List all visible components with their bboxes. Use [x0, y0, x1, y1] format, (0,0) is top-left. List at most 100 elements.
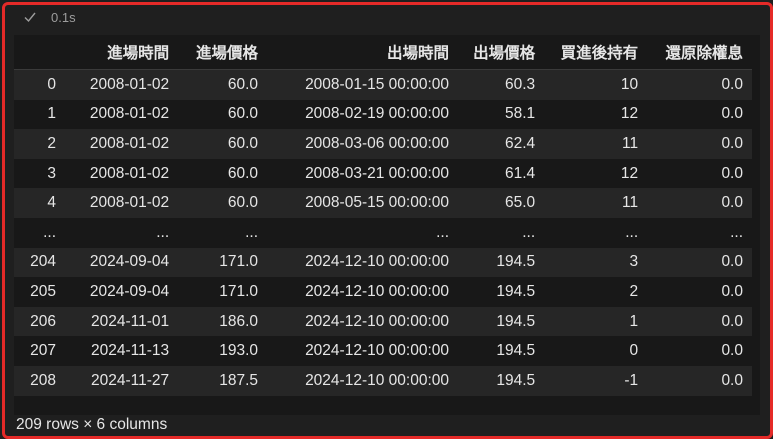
row-index-cell: 3 [47, 164, 57, 182]
table-row: 206 2024-11-01 186.0 2024-12-10 00:00:00 194… [14, 306, 752, 337]
table-cell: 0.0 [721, 164, 743, 182]
dataframe-output: 進場時間 進場價格 出場時間 出場價格 買進後持有 還原除權息 0 2008-01… [14, 35, 760, 415]
table-cell: 2008-01-02 [89, 134, 170, 152]
execution-time: 0.1s [51, 9, 76, 25]
table-cell: 60.0 [227, 105, 259, 123]
row-index-cell: 204 [30, 253, 57, 271]
table-cell: 60.0 [227, 134, 259, 152]
table-cell: ... [625, 223, 639, 241]
table-cell: 2024-11-13 [91, 342, 170, 360]
table-cell: 61.4 [504, 164, 536, 182]
table-cell: 194.5 [496, 342, 536, 360]
table-cell: ... [436, 223, 449, 241]
table-row: 207 2024-11-13 193.0 2024-12-10 00:00:00 194… [14, 336, 752, 366]
table-cell: 2008-01-15 00:00:00 [305, 75, 449, 93]
row-index-cell: 207 [30, 342, 57, 360]
table-cell: 0.0 [721, 134, 743, 152]
table-cell: 58.1 [504, 105, 536, 123]
column-header: 還原除權息 [647, 35, 752, 70]
table-cell: 194.5 [496, 312, 536, 330]
table-cell: 0.0 [721, 312, 743, 330]
table-cell: -1 [624, 371, 639, 389]
table-cell: 1 [629, 312, 639, 330]
table-row: 3 2008-01-02 60.0 2008-03-21 00:00:00 61.4 12… [14, 158, 752, 189]
table-cell: 171.0 [219, 282, 259, 300]
table-cell: 194.5 [496, 253, 536, 271]
table-cell: 11 [622, 134, 639, 152]
table-row: 1 2008-01-02 60.0 2008-02-19 00:00:00 58.1 12… [14, 99, 752, 130]
column-header: 進場價格 [178, 35, 268, 70]
table-cell: 2008-01-02 [89, 105, 170, 123]
table-cell: ... [245, 223, 259, 241]
row-index-cell: 0 [47, 75, 57, 93]
table-row: 4 2008-01-02 60.0 2008-05-15 00:00:00 65.0 11… [14, 188, 752, 218]
table-cell: 0.0 [721, 75, 743, 93]
table-cell: 3 [629, 253, 639, 271]
table-row: 204 2024-09-04 171.0 2024-12-10 00:00:00 194… [14, 247, 752, 278]
table-cell: 11 [622, 194, 639, 212]
highlight-frame: 0.1s 進場時間 進場價格 出場時間 出場價格 買進後持有 還原除權息 0 20… [2, 2, 773, 439]
row-index-cell: 208 [30, 371, 57, 389]
table-cell: 0.0 [721, 105, 743, 123]
row-index-cell: 206 [30, 312, 57, 330]
dataframe-shape-summary: 209 rows × 6 columns [16, 416, 168, 433]
check-icon [24, 12, 36, 23]
table-cell: 193.0 [219, 342, 259, 360]
table-cell: 2024-11-27 [91, 371, 170, 389]
column-header: 出場時間 [267, 35, 458, 70]
column-header: 出場價格 [458, 35, 545, 70]
table-cell: 2008-01-02 [89, 75, 170, 93]
table-cell: 12 [620, 105, 639, 123]
table-cell: 2024-12-10 00:00:00 [305, 282, 449, 300]
table-row: 0 2008-01-02 60.0 2008-01-15 00:00:00 60.3 10… [14, 69, 752, 100]
table-cell: 2024-12-10 00:00:00 [305, 312, 449, 330]
table-cell: 2024-09-04 [89, 253, 170, 271]
row-index-cell: 4 [47, 194, 57, 212]
table-cell: 2024-09-04 [89, 282, 170, 300]
table-cell: 60.0 [227, 164, 259, 182]
table-cell: 2008-05-15 00:00:00 [305, 194, 449, 212]
table-cell: 186.0 [219, 312, 259, 330]
table-cell: 0.0 [721, 282, 743, 300]
table-cell: 171.0 [219, 253, 259, 271]
table-cell: 60.3 [504, 75, 536, 93]
table-cell: ... [522, 223, 536, 241]
dataframe-table: 進場時間 進場價格 出場時間 出場價格 買進後持有 還原除權息 0 2008-01… [14, 35, 752, 396]
table-header-row: 進場時間 進場價格 出場時間 出場價格 買進後持有 還原除權息 [14, 35, 752, 70]
table-cell: 0.0 [721, 371, 743, 389]
table-cell: 60.0 [227, 75, 259, 93]
row-index-cell: 2 [47, 134, 57, 152]
table-row: 208 2024-11-27 187.5 2024-12-10 00:00:00 194… [14, 365, 752, 396]
table-cell: 2008-01-02 [89, 164, 170, 182]
table-cell: 2024-12-10 00:00:00 [305, 342, 449, 360]
table-cell: 2024-12-10 00:00:00 [305, 371, 449, 389]
table-cell: 2008-01-02 [89, 194, 170, 212]
table-row: 2 2008-01-02 60.0 2008-03-06 00:00:00 62.4 11… [14, 129, 752, 159]
table-cell: 0.0 [721, 194, 743, 212]
cell-execution-status: 0.1s [23, 7, 76, 27]
table-cell: 10 [620, 75, 639, 93]
table-cell: 2 [629, 282, 639, 300]
table-cell: ... [156, 223, 170, 241]
row-index-cell: ... [43, 223, 57, 241]
table-cell: 12 [620, 164, 639, 182]
table-cell: 2024-12-10 00:00:00 [305, 253, 449, 271]
row-index-cell: 205 [30, 282, 57, 300]
table-cell: 194.5 [496, 371, 536, 389]
table-cell: 60.0 [227, 194, 259, 212]
column-header: 進場時間 [64, 35, 179, 70]
table-cell: 0 [629, 342, 639, 360]
table-cell: ... [730, 223, 743, 241]
table-cell: 65.0 [504, 194, 536, 212]
table-row: ..................... [14, 217, 752, 248]
table-cell: 2024-11-01 [91, 312, 170, 330]
table-cell: 0.0 [721, 253, 743, 271]
column-header: 買進後持有 [544, 35, 648, 70]
table-cell: 2008-02-19 00:00:00 [305, 105, 449, 123]
table-row: 205 2024-09-04 171.0 2024-12-10 00:00:00 194… [14, 277, 752, 307]
table-cell: 2008-03-06 00:00:00 [305, 134, 449, 152]
table-cell: 2008-03-21 00:00:00 [305, 164, 449, 182]
table-cell: 62.4 [504, 134, 536, 152]
column-header-index [14, 35, 65, 70]
table-cell: 194.5 [496, 282, 536, 300]
